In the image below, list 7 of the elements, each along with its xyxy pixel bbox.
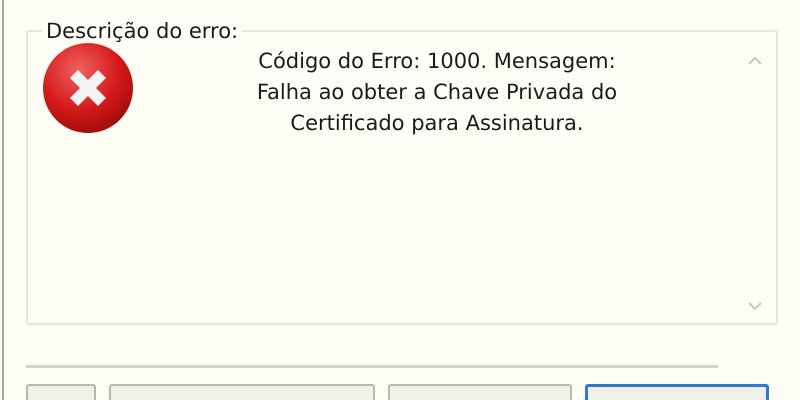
error-message-line: Certificado para Assinatura.	[290, 110, 584, 137]
error-message-line: Código do Erro: 1000. Mensagem:	[258, 48, 616, 75]
error-message-line: Falha ao obter a Chave Privada do	[256, 79, 618, 106]
error-icon	[42, 42, 134, 134]
group-legend: Descrição do erro:	[42, 20, 242, 42]
scroll-down-icon[interactable]	[748, 302, 762, 311]
scroll-up-icon[interactable]	[748, 56, 762, 65]
